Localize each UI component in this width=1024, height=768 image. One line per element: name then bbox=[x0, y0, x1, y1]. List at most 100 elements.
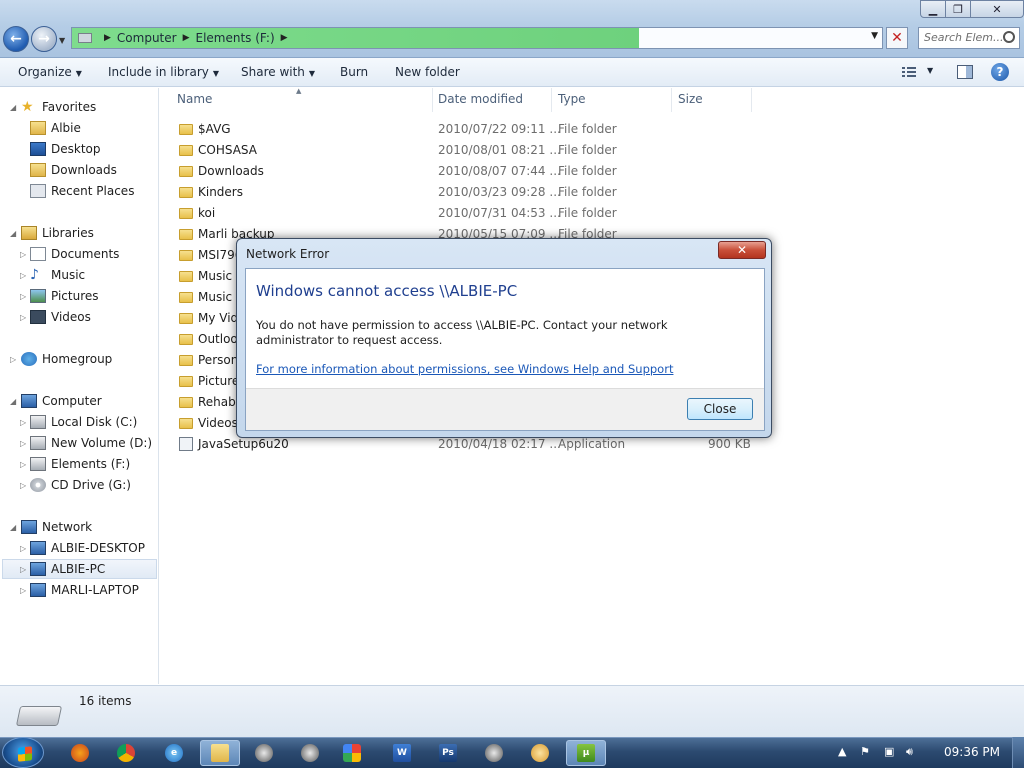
nav-item-albie-desktop[interactable]: ALBIE-DESKTOP bbox=[30, 538, 145, 558]
column-divider[interactable] bbox=[432, 88, 433, 112]
column-header-size[interactable]: Size bbox=[678, 92, 703, 106]
show-hidden-icons-icon[interactable]: ▲ bbox=[838, 745, 846, 758]
preview-pane-icon[interactable] bbox=[957, 65, 973, 79]
file-row[interactable]: $AVG 2010/07/22 09:11 ... File folder bbox=[176, 119, 776, 140]
user-folder-icon bbox=[30, 121, 46, 135]
expand-icon[interactable]: ▷ bbox=[20, 271, 26, 280]
nav-item-music[interactable]: ♪ Music bbox=[30, 265, 85, 285]
address-bar[interactable]: ▶ Computer ▶ Elements (F:) ▶ ▼ bbox=[71, 27, 883, 49]
show-desktop-button[interactable] bbox=[1012, 737, 1024, 768]
maximize-button[interactable]: ❐ bbox=[945, 0, 971, 18]
view-dropdown-icon[interactable]: ▼ bbox=[927, 66, 933, 75]
network-status-icon[interactable]: ▣ bbox=[884, 745, 894, 758]
dialog-close-button[interactable]: ✕ bbox=[718, 241, 766, 259]
nav-item-local-disk-c[interactable]: Local Disk (C:) bbox=[30, 412, 137, 432]
expand-icon[interactable]: ▷ bbox=[20, 313, 26, 322]
nav-item-albie[interactable]: Albie bbox=[30, 118, 81, 138]
taskbar-app-button[interactable]: Ps bbox=[428, 740, 468, 766]
chevron-right-icon[interactable]: ▶ bbox=[104, 33, 111, 43]
column-header-date-modified[interactable]: Date modified bbox=[438, 92, 523, 106]
search-input[interactable]: Search Elem... bbox=[918, 27, 1020, 49]
collapse-icon[interactable]: ◢ bbox=[10, 397, 16, 406]
taskbar-app-button[interactable]: µ bbox=[566, 740, 606, 766]
file-row[interactable]: COHSASA 2010/08/01 08:21 ... File folder bbox=[176, 140, 776, 161]
chevron-down-icon: ▼ bbox=[75, 69, 82, 78]
recent-pages-dropdown[interactable]: ▼ bbox=[59, 36, 65, 45]
file-row[interactable]: koi 2010/07/31 04:53 ... File folder bbox=[176, 203, 776, 224]
breadcrumb-computer[interactable]: Computer bbox=[117, 31, 177, 45]
nav-item-pictures[interactable]: Pictures bbox=[30, 286, 99, 306]
column-divider[interactable] bbox=[751, 88, 752, 112]
nav-computer[interactable]: Computer bbox=[21, 391, 102, 411]
taskbar-app-button[interactable] bbox=[106, 740, 146, 766]
taskbar-app-button[interactable] bbox=[474, 740, 514, 766]
column-header-type[interactable]: Type bbox=[558, 92, 586, 106]
taskbar-app-button[interactable] bbox=[520, 740, 560, 766]
expand-icon[interactable]: ▷ bbox=[20, 250, 26, 259]
file-row[interactable]: Kinders 2010/03/23 09:28 ... File folder bbox=[176, 182, 776, 203]
taskbar-app-button[interactable] bbox=[200, 740, 240, 766]
include-in-library-button[interactable]: Include in library ▼ bbox=[108, 65, 219, 79]
nav-item-elements-f[interactable]: Elements (F:) bbox=[30, 454, 130, 474]
nav-favorites[interactable]: ★ Favorites bbox=[21, 97, 96, 117]
nav-item-cd-drive-g[interactable]: CD Drive (G:) bbox=[30, 475, 131, 495]
collapse-icon[interactable]: ◢ bbox=[10, 103, 16, 112]
close-button[interactable]: Close bbox=[687, 398, 753, 420]
help-link[interactable]: For more information about permissions, … bbox=[256, 362, 673, 376]
chevron-right-icon[interactable]: ▶ bbox=[183, 33, 190, 43]
taskbar-app-button[interactable] bbox=[332, 740, 372, 766]
organize-label: Organize bbox=[18, 65, 72, 79]
minimize-button[interactable]: ▁ bbox=[920, 0, 946, 18]
expand-icon[interactable]: ▷ bbox=[20, 460, 26, 469]
view-options-icon[interactable] bbox=[902, 66, 916, 78]
breadcrumb-elements[interactable]: Elements (F:) bbox=[196, 31, 275, 45]
expand-icon[interactable]: ▷ bbox=[20, 439, 26, 448]
nav-network[interactable]: Network bbox=[21, 517, 92, 537]
action-center-icon[interactable]: ⚑ bbox=[860, 745, 870, 758]
expand-icon[interactable]: ▷ bbox=[20, 565, 26, 574]
nav-item-documents[interactable]: Documents bbox=[30, 244, 119, 264]
forward-button[interactable]: → bbox=[31, 26, 57, 52]
burn-button[interactable]: Burn bbox=[340, 65, 368, 79]
taskbar-app-button[interactable] bbox=[290, 740, 330, 766]
new-folder-button[interactable]: New folder bbox=[395, 65, 460, 79]
nav-item-downloads[interactable]: Downloads bbox=[30, 160, 117, 180]
nav-item-marli-laptop[interactable]: MARLI-LAPTOP bbox=[30, 580, 139, 600]
taskbar-app-button[interactable] bbox=[244, 740, 284, 766]
nav-item-recent-places[interactable]: Recent Places bbox=[30, 181, 134, 201]
window-close-button[interactable]: ✕ bbox=[970, 0, 1024, 18]
taskbar-app-button[interactable]: e bbox=[154, 740, 194, 766]
nav-libraries-label: Libraries bbox=[42, 226, 94, 240]
nav-item-new-volume-d[interactable]: New Volume (D:) bbox=[30, 433, 152, 453]
back-button[interactable]: ← bbox=[3, 26, 29, 52]
nav-libraries[interactable]: Libraries bbox=[21, 223, 94, 243]
column-divider[interactable] bbox=[671, 88, 672, 112]
expand-icon[interactable]: ▷ bbox=[20, 418, 26, 427]
chevron-down-icon[interactable]: ▼ bbox=[871, 31, 878, 41]
expand-icon[interactable]: ▷ bbox=[20, 481, 26, 490]
organize-button[interactable]: Organize ▼ bbox=[18, 65, 82, 79]
column-divider[interactable] bbox=[551, 88, 552, 112]
column-header-name[interactable]: Name bbox=[177, 92, 212, 106]
nav-homegroup[interactable]: Homegroup bbox=[21, 349, 112, 369]
search-icon[interactable] bbox=[1003, 31, 1015, 43]
expand-icon[interactable]: ▷ bbox=[20, 586, 26, 595]
taskbar-app-button[interactable] bbox=[60, 740, 100, 766]
taskbar-clock[interactable]: 09:36 PM bbox=[944, 745, 1000, 759]
share-with-button[interactable]: Share with ▼ bbox=[241, 65, 315, 79]
start-button[interactable] bbox=[2, 737, 44, 768]
file-row[interactable]: Downloads 2010/08/07 07:44 ... File folder bbox=[176, 161, 776, 182]
collapse-icon[interactable]: ◢ bbox=[10, 229, 16, 238]
taskbar-app-button[interactable]: W bbox=[382, 740, 422, 766]
nav-item-videos[interactable]: Videos bbox=[30, 307, 91, 327]
volume-icon[interactable]: 🔊︎ bbox=[906, 745, 913, 759]
refresh-button[interactable]: ✕ bbox=[886, 27, 908, 49]
chevron-right-icon[interactable]: ▶ bbox=[281, 33, 288, 43]
nav-item-desktop[interactable]: Desktop bbox=[30, 139, 101, 159]
expand-icon[interactable]: ▷ bbox=[20, 292, 26, 301]
expand-icon[interactable]: ▷ bbox=[10, 355, 16, 364]
help-icon[interactable]: ? bbox=[991, 63, 1009, 81]
expand-icon[interactable]: ▷ bbox=[20, 544, 26, 553]
collapse-icon[interactable]: ◢ bbox=[10, 523, 16, 532]
app-icon bbox=[301, 744, 319, 762]
